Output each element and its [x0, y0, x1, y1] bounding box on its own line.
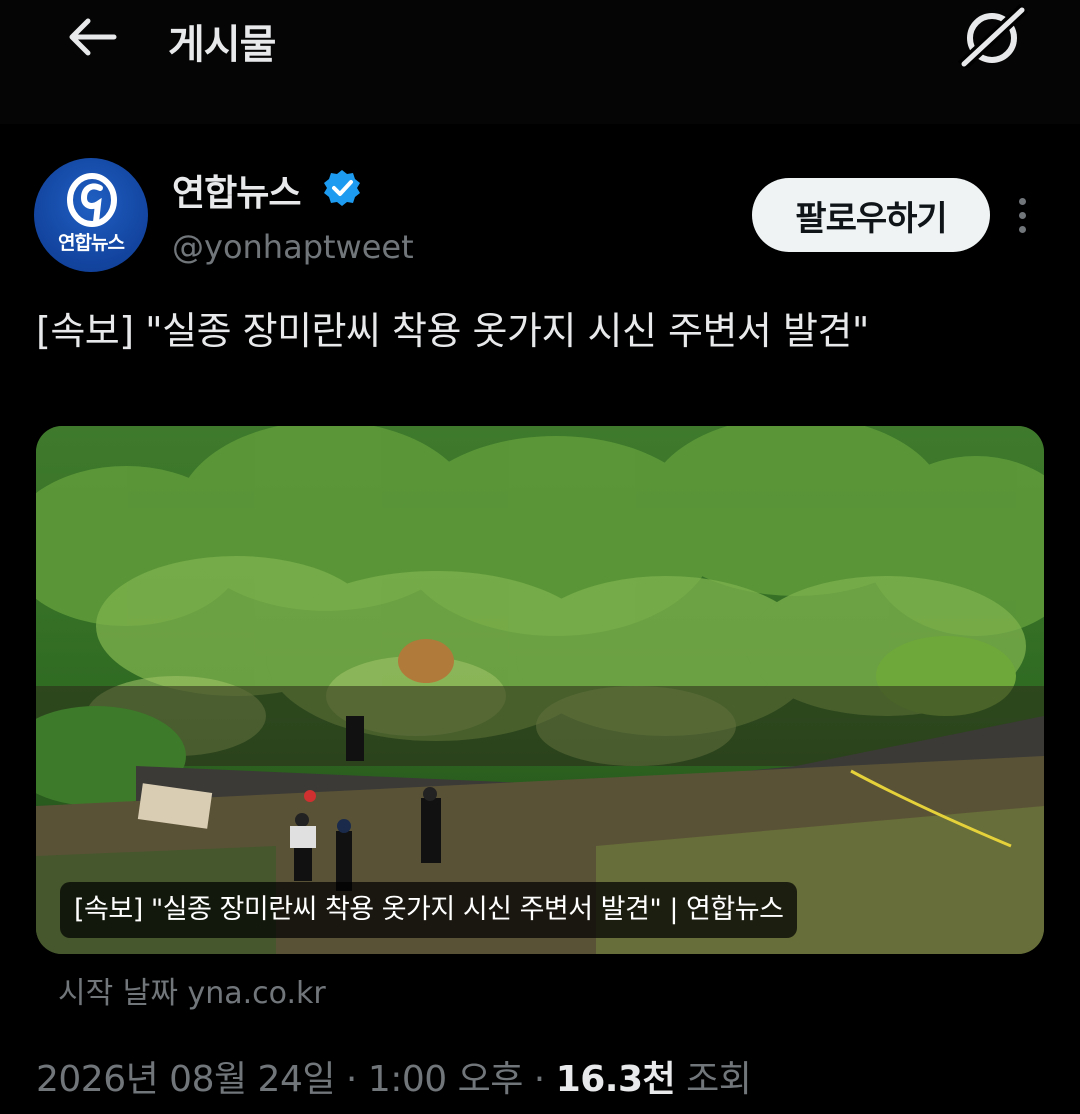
- author-name[interactable]: 연합뉴스: [172, 164, 301, 216]
- view-count: 16.3천: [555, 1059, 676, 1100]
- card-source[interactable]: 시작 날짜 yna.co.kr: [58, 968, 326, 1012]
- grok-button[interactable]: [957, 3, 1029, 71]
- verified-badge-icon: [324, 170, 360, 206]
- author-handle[interactable]: @yonhaptweet: [172, 228, 414, 266]
- card-caption: [속보] "실종 장미란씨 착용 옷가지 시신 주변서 발견" | 연합뉴스: [60, 882, 798, 938]
- avatar-label: 연합뉴스: [58, 232, 125, 254]
- back-button[interactable]: [62, 14, 122, 60]
- more-options-icon[interactable]: [1008, 194, 1038, 238]
- grok-icon: [957, 3, 1029, 71]
- follow-button[interactable]: 팔로우하기: [752, 178, 990, 252]
- post-time[interactable]: 1:00 오후: [368, 1059, 524, 1100]
- tweet-text: [속보] "실종 장미란씨 착용 옷가지 시신 주변서 발견": [36, 309, 869, 353]
- post-date[interactable]: 2026년 08월 24일: [36, 1059, 335, 1100]
- separator: ·: [522, 1059, 556, 1100]
- top-bar: 게시물: [0, 0, 1080, 124]
- page-title: 게시물: [168, 22, 276, 68]
- avatar[interactable]: 연합뉴스: [34, 158, 148, 272]
- tweet-meta: 2026년 08월 24일 · 1:00 오후 · 16.3천 조회: [36, 1050, 752, 1102]
- arrow-left-icon: [69, 18, 117, 56]
- view-label: 조회: [675, 1059, 752, 1100]
- link-card[interactable]: [속보] "실종 장미란씨 착용 옷가지 시신 주변서 발견" | 연합뉴스: [36, 426, 1044, 954]
- separator: ·: [334, 1059, 368, 1100]
- news-photo: [36, 426, 1044, 954]
